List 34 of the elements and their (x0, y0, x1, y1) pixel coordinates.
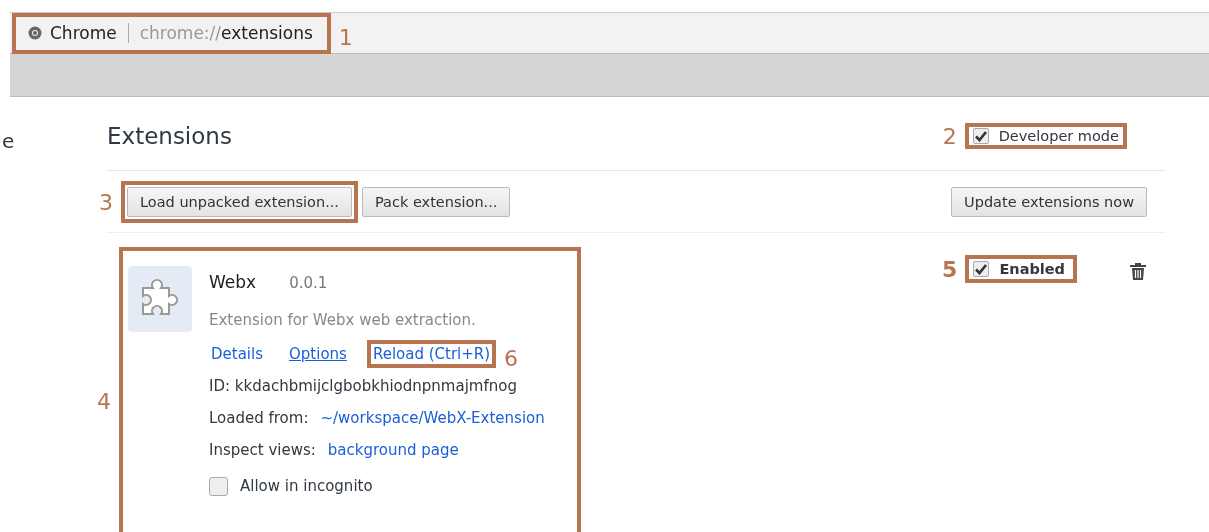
toolbar-button[interactable]: Load unpacked extension... (127, 186, 352, 217)
callout-number: 6 (504, 344, 519, 371)
extension-id: ID: kkdachbmijclgbobkhiodnpnmajmfnog (209, 376, 518, 397)
extension-link[interactable]: Options (289, 345, 347, 363)
update-extensions-button[interactable]: Update extensions now (951, 186, 1147, 217)
callout-number: 2 (942, 123, 957, 148)
puzzle-piece-icon (128, 266, 192, 332)
toolbar-button[interactable]: Pack extension... (361, 186, 511, 217)
extension-description: Extension for Webx web extraction. (209, 310, 477, 331)
loaded-from-label: Loaded from: (209, 409, 309, 427)
callout-number: 3 (99, 189, 113, 214)
enabled-label: Enabled (999, 261, 1065, 277)
extension-path-link[interactable]: ~/workspace/WebX-Extension (320, 409, 545, 427)
trash-icon[interactable] (1129, 261, 1147, 281)
extension-version: 0.0.1 (289, 274, 328, 292)
extension-name: Webx (209, 272, 257, 292)
site-label: Chrome (50, 23, 117, 43)
developer-mode-checkbox[interactable] (972, 127, 989, 144)
extension-link[interactable]: Details (211, 345, 263, 363)
allow-incognito-checkbox[interactable] (209, 476, 228, 496)
extension-link[interactable]: Reload (Ctrl+R) (372, 345, 491, 363)
callout-number: 1 (338, 23, 353, 50)
callout-number: 4 (97, 388, 111, 414)
sidebar-text-fragment: e (2, 129, 15, 153)
background-page-link[interactable]: background page (327, 441, 459, 459)
enabled-checkbox[interactable] (973, 261, 990, 277)
page-title: Extensions (107, 122, 232, 149)
callout-number: 5 (942, 256, 958, 282)
inspect-views-label: Inspect views: (209, 441, 316, 459)
url-scheme: chrome:// (139, 23, 222, 43)
url-path: extensions (221, 23, 313, 43)
chrome-logo-icon (28, 26, 42, 40)
allow-incognito-label: Allow in incognito (240, 477, 373, 495)
developer-mode-label: Developer mode (998, 127, 1119, 144)
